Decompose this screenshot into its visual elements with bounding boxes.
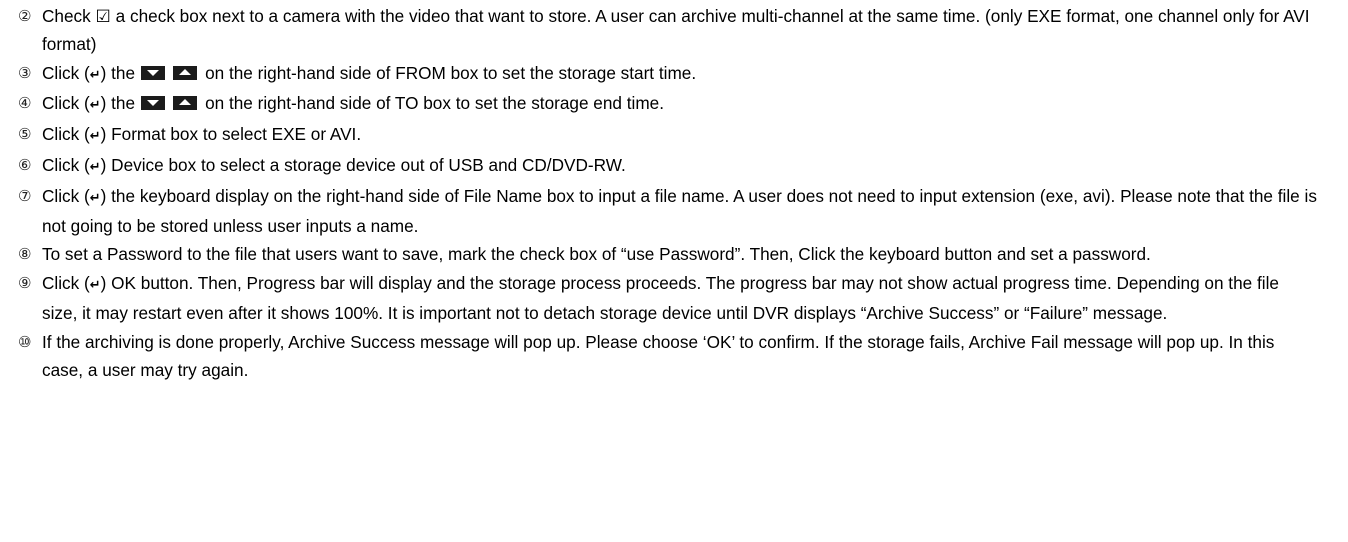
- step-number: ④: [18, 94, 32, 113]
- text-fragment: ) the: [100, 93, 136, 114]
- text-fragment: ) OK button. Then, Progress bar will dis…: [42, 273, 1279, 323]
- step-text: Click (↵) the keyboard display on the ri…: [42, 183, 1348, 241]
- step-6: ⑥ Click (↵) Device box to select a stora…: [0, 152, 1348, 182]
- instruction-list: ② Check ☑ a check box next to a camera w…: [0, 0, 1348, 384]
- up-arrow-button-icon: [173, 65, 198, 80]
- step-2: ② Check ☑ a check box next to a camera w…: [0, 3, 1348, 59]
- step-number: ③: [18, 63, 32, 82]
- step-7: ⑦ Click (↵) the keyboard display on the …: [0, 183, 1348, 241]
- step-text: Click (↵) Device box to select a storage…: [42, 152, 1348, 182]
- enter-key-icon: ↵: [89, 67, 101, 83]
- step-number: ⑩: [18, 332, 32, 351]
- enter-key-icon: ↵: [89, 190, 101, 206]
- step-number: ⑤: [18, 125, 32, 144]
- step-number: ⑦: [18, 186, 32, 205]
- text-fragment: ) Device box to select a storage device …: [100, 154, 626, 175]
- step-3: ③ Click (↵) the on the right-hand side of…: [0, 60, 1348, 90]
- step-text: Click (↵) OK button. Then, Progress bar …: [42, 270, 1348, 328]
- enter-key-icon: ↵: [89, 98, 101, 114]
- up-arrow-button-icon: [173, 96, 198, 111]
- step-text: If the archiving is done properly, Archi…: [42, 331, 1275, 380]
- step-8: ⑧ To set a Password to the file that use…: [0, 241, 1348, 269]
- text-fragment: Click (: [42, 154, 90, 175]
- step-text: Click (↵) Format box to select EXE or AV…: [42, 121, 1348, 151]
- step-number: ⑧: [18, 245, 32, 264]
- step-4: ④ Click (↵) the on the right-hand side of…: [0, 90, 1348, 120]
- step-number: ⑥: [18, 155, 32, 174]
- step-number: ⑨: [18, 274, 32, 293]
- down-arrow-button-icon: [141, 96, 166, 111]
- step-9: ⑨ Click (↵) OK button. Then, Progress ba…: [0, 270, 1348, 328]
- text-fragment: on the right-hand side of FROM box to se…: [205, 62, 697, 83]
- text-fragment: on the right-hand side of TO box to set …: [205, 93, 664, 114]
- step-text: To set a Password to the file that users…: [42, 244, 1151, 265]
- step-number: ②: [18, 7, 32, 25]
- step-text: Click (↵) the on the right-hand side of T…: [42, 90, 1348, 120]
- step-text: Check ☑ a check box next to a camera wit…: [42, 6, 1310, 54]
- text-fragment: ) the keyboard display on the right-hand…: [42, 185, 1317, 236]
- down-arrow-button-icon: [141, 65, 166, 80]
- text-fragment: ) Format box to select EXE or AVI.: [100, 124, 362, 145]
- enter-key-icon: ↵: [89, 129, 101, 145]
- enter-key-icon: ↵: [89, 159, 101, 175]
- text-fragment: Click (: [42, 273, 90, 294]
- step-10: ⑩ If the archiving is done properly, Arc…: [0, 329, 1348, 385]
- enter-key-icon: ↵: [89, 278, 101, 294]
- text-fragment: ) the: [100, 62, 136, 83]
- text-fragment: Click (: [42, 124, 90, 145]
- text-fragment: Click (: [42, 62, 90, 83]
- step-5: ⑤ Click (↵) Format box to select EXE or …: [0, 121, 1348, 151]
- text-fragment: Click (: [42, 185, 90, 206]
- step-text: Click (↵) the on the right-hand side of F…: [42, 60, 1348, 90]
- text-fragment: Click (: [42, 93, 90, 114]
